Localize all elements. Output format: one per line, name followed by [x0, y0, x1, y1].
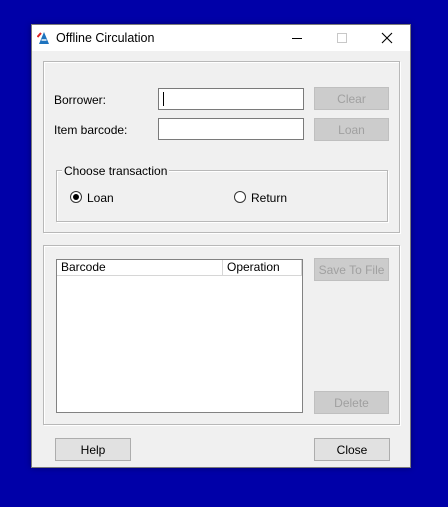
- text-caret: [163, 92, 164, 106]
- radio-return[interactable]: Return: [234, 190, 314, 206]
- title-bar[interactable]: Offline Circulation: [32, 25, 410, 51]
- close-window-button[interactable]: [364, 25, 409, 51]
- offline-circulation-window: Offline Circulation Borrower: Clear Item…: [31, 24, 411, 468]
- loan-button[interactable]: Loan: [314, 118, 389, 141]
- app-a-logo-icon: [37, 32, 49, 44]
- radio-loan-label: Loan: [87, 191, 114, 205]
- clear-button[interactable]: Clear: [314, 87, 389, 110]
- item-barcode-label: Item barcode:: [54, 123, 128, 137]
- save-to-file-button[interactable]: Save To File: [314, 258, 389, 281]
- close-icon: [381, 32, 392, 44]
- borrower-input[interactable]: [158, 88, 304, 110]
- window-title: Offline Circulation: [56, 31, 155, 45]
- close-button[interactable]: Close: [314, 438, 390, 461]
- minimize-button[interactable]: [274, 25, 319, 51]
- radio-return-label: Return: [251, 191, 288, 205]
- column-header-barcode[interactable]: Barcode: [57, 260, 223, 276]
- transaction-legend: Choose transaction: [62, 164, 170, 178]
- transactions-list[interactable]: Barcode Operation: [56, 259, 303, 413]
- maximize-button[interactable]: [319, 25, 364, 51]
- column-header-operation[interactable]: Operation: [223, 260, 302, 276]
- radio-selected-dot: [73, 194, 79, 200]
- radio-return-circle[interactable]: [234, 191, 246, 203]
- help-button[interactable]: Help: [55, 438, 131, 461]
- maximize-icon: [336, 33, 347, 43]
- radio-loan[interactable]: Loan: [70, 190, 140, 206]
- borrower-label: Borrower:: [54, 93, 107, 107]
- delete-button[interactable]: Delete: [314, 391, 389, 414]
- minimize-icon: [291, 37, 302, 39]
- item-barcode-input[interactable]: [158, 118, 304, 140]
- radio-loan-circle[interactable]: [70, 191, 82, 203]
